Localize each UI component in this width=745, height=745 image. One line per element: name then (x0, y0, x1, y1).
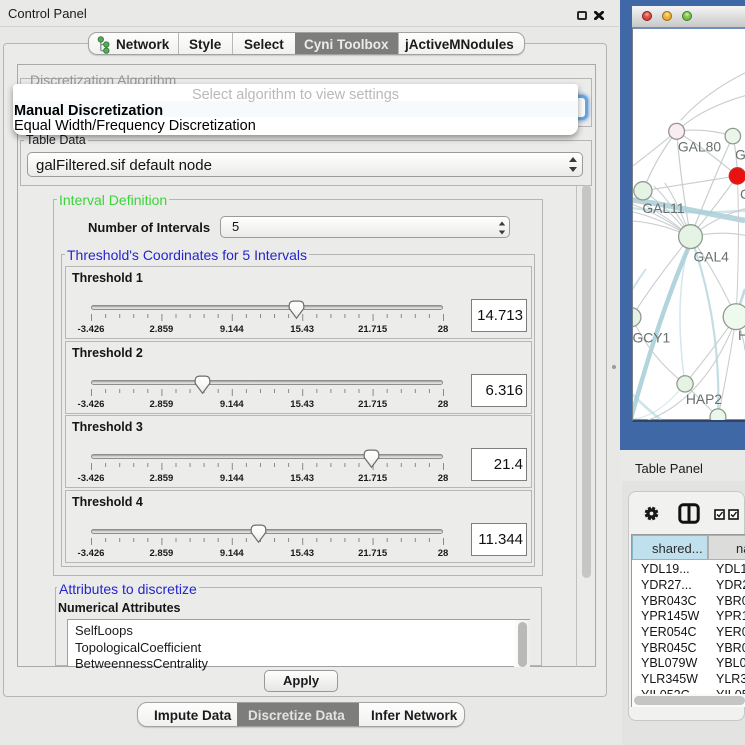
svg-text:HA: HA (738, 326, 745, 342)
svg-text:GAL80: GAL80 (678, 138, 721, 154)
svg-text:GAL4: GAL4 (693, 248, 729, 264)
svg-text:GAL11: GAL11 (642, 200, 684, 216)
svg-text:GCY1: GCY1 (633, 329, 671, 345)
svg-text:HAP2: HAP2 (686, 390, 722, 406)
svg-text:C: C (740, 186, 745, 202)
svg-text:GA: GA (735, 146, 745, 162)
